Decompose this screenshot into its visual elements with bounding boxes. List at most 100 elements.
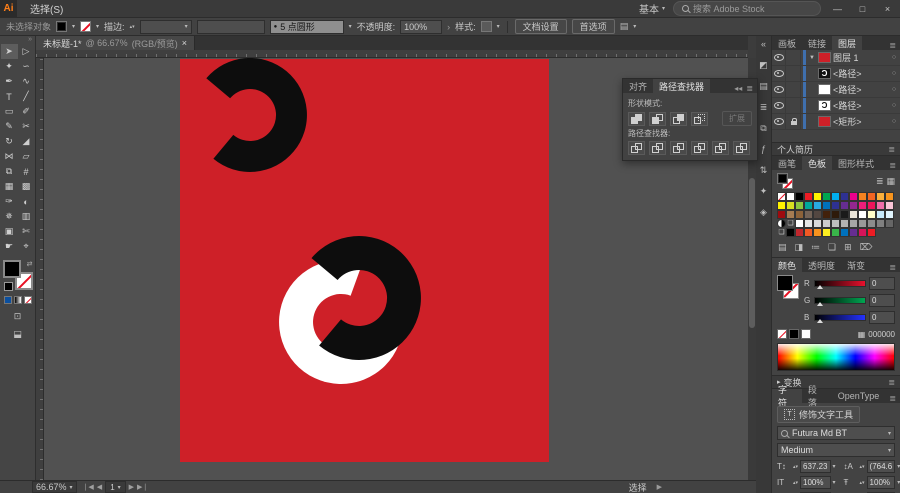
fill-swatch[interactable] [3,260,21,278]
swatch[interactable] [804,210,813,219]
width-tool[interactable]: ⋈ [1,149,18,164]
swatch[interactable] [795,201,804,210]
layer-row[interactable]: <路径>○ [772,82,900,98]
swatch[interactable] [831,201,840,210]
swatch[interactable] [867,219,876,228]
visibility-toggle[interactable] [772,82,786,97]
stock-search-input[interactable]: 搜索 Adobe Stock [673,1,821,16]
character-tab[interactable]: 段落 [802,389,832,403]
zoom-tool[interactable]: ⌖ [18,239,35,254]
layer-name[interactable]: <矩形> [833,115,886,128]
color-tab[interactable]: 颜色 [772,258,802,272]
slider-value[interactable]: 0 [869,277,895,290]
font-family-field[interactable]: Futura Md BT ▾ [777,426,895,440]
swatch[interactable] [831,228,840,237]
swatch[interactable] [876,201,885,210]
swatch[interactable] [858,219,867,228]
drawing-mode-button[interactable]: ⊡ [0,311,35,322]
swatch[interactable] [813,201,822,210]
preferences-button[interactable]: 首选项 [572,19,615,34]
selection-tool[interactable]: ➤ [1,44,18,59]
panel-menu-icon[interactable]: ≣ [885,263,900,272]
layers-tab[interactable]: 图层 [832,36,862,50]
swatch[interactable] [867,192,876,201]
color-tab[interactable]: 渐变 [841,258,871,272]
document-tab[interactable]: 未标题-1* @ 66.67% (RGB/预览) × [36,36,195,50]
target-circle-icon[interactable]: ○ [888,86,900,93]
swatch[interactable] [849,210,858,219]
stroke-weight-field[interactable]: ▾ [140,20,192,34]
symbols-panel-icon[interactable]: ✦ [760,185,768,197]
swatch[interactable] [849,228,858,237]
swatch[interactable] [885,192,894,201]
swatch-libraries-icon[interactable]: ▤ [778,242,787,253]
swatch[interactable] [858,201,867,210]
layer-thumbnail[interactable]: Ɔ [818,68,831,79]
visibility-toggle[interactable] [772,114,786,129]
rectangle-tool[interactable]: ▭ [1,104,18,119]
layer-name[interactable]: <路径> [833,99,886,112]
artboard-tool[interactable]: ▣ [1,224,18,239]
collapse-icon[interactable]: ◂◂ [734,84,742,93]
layers-tab[interactable]: 链接 [802,36,832,50]
rotate-tool[interactable]: ↻ [1,134,18,149]
expand-caret-icon[interactable]: ▼ [808,55,816,61]
swatch[interactable] [813,219,822,228]
lock-toggle[interactable] [788,114,801,129]
layer-row[interactable]: ▼ 图层 1○ [772,50,900,66]
fill-chip[interactable] [777,275,793,291]
layer-name[interactable]: <路径> [833,83,886,96]
white-swatch[interactable] [801,329,811,339]
swatch[interactable] [840,228,849,237]
slider-knob[interactable] [817,319,823,323]
libraries-panel-icon[interactable]: ▤ [759,80,768,92]
color-fill-stroke[interactable] [777,275,799,299]
swatch[interactable] [858,210,867,219]
swatch[interactable] [795,228,804,237]
hex-value[interactable]: 000000 [868,330,895,339]
swatch[interactable] [786,201,795,210]
color-tab[interactable]: 透明度 [802,258,841,272]
swatch-options-icon[interactable]: ≔ [811,242,820,253]
slice-tool[interactable]: ✄ [18,224,35,239]
swatch[interactable] [795,219,804,228]
shape-mode-minus-front-button[interactable] [649,112,666,126]
artboard-number-dropdown[interactable]: 1 ▾ [105,481,125,493]
target-circle-icon[interactable]: ○ [888,54,900,61]
swatch[interactable] [777,210,786,219]
maximize-button[interactable]: □ [854,2,871,16]
swatch[interactable] [849,192,858,201]
pathfinder-tab[interactable]: 路径查找器 [653,79,710,93]
status-flyout-icon[interactable]: ▶ [657,483,662,491]
screen-mode-button[interactable]: ⬓ [0,329,35,340]
lock-toggle[interactable] [788,98,801,113]
layer-thumbnail[interactable] [818,116,831,127]
swatch[interactable] [786,210,795,219]
scissors-tool[interactable]: ✂ [18,119,35,134]
swatches-tab[interactable]: 色板 [802,156,832,170]
grid-view-icon[interactable]: ▦ [886,176,895,187]
horizontal-scale-field[interactable]: Ŧ▴▾ 100%▾ [844,476,900,489]
document-setup-button[interactable]: 文档设置 [515,19,567,34]
scale-tool[interactable]: ◢ [18,134,35,149]
layer-row[interactable]: Ɔ<路径>○ [772,98,900,114]
swatch[interactable] [849,219,858,228]
swatch[interactable] [876,210,885,219]
swatch[interactable] [822,219,831,228]
graph-tool[interactable]: ▥ [18,209,35,224]
brush-definition-dropdown[interactable]: ●5 点圆形 [270,20,344,34]
lock-toggle[interactable] [788,50,801,65]
swatch[interactable] [885,210,894,219]
swatches-tab[interactable]: 图形样式 [832,156,880,170]
layer-name[interactable]: 图层 1 [833,51,886,64]
layer-thumbnail[interactable]: Ɔ [818,100,831,111]
character-tab[interactable]: 字符 [772,389,802,403]
blend-tool[interactable]: ◐ [18,194,35,209]
panel-menu-icon[interactable]: ≣ [885,161,900,170]
color-group-folder-icon[interactable]: ❏ [777,228,786,237]
none-swatch[interactable] [777,192,786,201]
minimize-button[interactable]: — [829,2,846,16]
swatch[interactable] [840,192,849,201]
swatch[interactable] [795,192,804,201]
fill-color-swatch[interactable] [56,21,67,32]
